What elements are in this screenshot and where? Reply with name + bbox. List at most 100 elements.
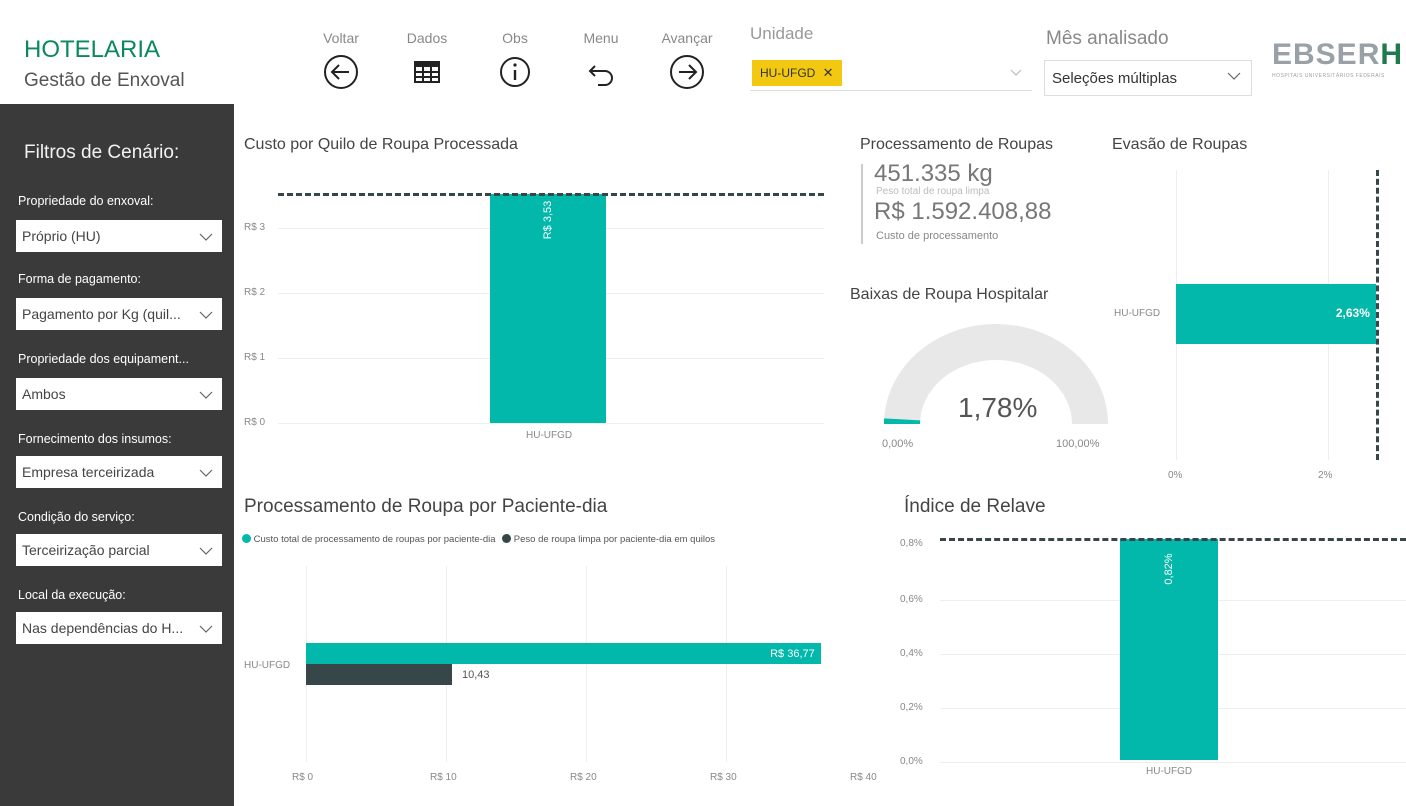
y-tick: R$ 1 <box>244 352 266 363</box>
x-tick: 0% <box>1168 470 1183 481</box>
gauge-value: 1,78% <box>958 392 1038 423</box>
legend-series-1: Custo total de processamento de roupas p… <box>253 534 496 545</box>
x-tick: R$ 10 <box>430 772 457 783</box>
gauge-title: Baixas de Roupa Hospitalar <box>850 286 1049 303</box>
gauge-min: 0,00% <box>882 438 914 450</box>
bar-peso-paciente-dia[interactable] <box>306 664 453 685</box>
dados-label: Dados <box>406 30 448 46</box>
filter-dropdown-local[interactable]: Nas dependências do H... <box>16 612 222 644</box>
x-tick: R$ 30 <box>710 772 737 783</box>
menu-button[interactable]: Menu <box>566 30 636 92</box>
filter-label-condicao: Condição do serviço: <box>18 510 135 524</box>
y-tick: R$ 3 <box>244 222 266 233</box>
ebserh-logo: EBSERH <box>1272 38 1404 71</box>
chevron-down-icon <box>199 547 213 555</box>
filter-dropdown-equipamentos[interactable]: Ambos <box>16 378 222 410</box>
data-label: 10,43 <box>462 669 490 681</box>
gridline <box>586 566 587 762</box>
chevron-down-icon[interactable] <box>1226 68 1242 84</box>
filter-label-insumos: Fornecimento dos insumos: <box>18 432 172 446</box>
chevron-down-icon <box>199 311 213 319</box>
reference-line <box>1375 170 1379 460</box>
y-tick: R$ 2 <box>244 287 266 298</box>
data-label: R$ 3,53 <box>542 200 554 239</box>
x-tick: R$ 40 <box>850 772 877 783</box>
y-tick: 0,4% <box>900 648 923 659</box>
legend-dot-dark <box>502 534 512 543</box>
avancar-label: Avançar <box>661 30 713 46</box>
obs-label: Obs <box>502 30 528 46</box>
undo-arrow-icon <box>588 65 613 86</box>
avancar-button[interactable]: Avançar <box>652 30 722 92</box>
chevron-down-icon <box>199 233 213 241</box>
x-tick: HU-UFGD <box>526 430 573 441</box>
app-subtitle: Gestão de Enxoval <box>24 70 185 91</box>
reference-line <box>940 537 1406 541</box>
filter-dropdown-insumos[interactable]: Empresa terceirizada <box>16 456 222 488</box>
dados-button[interactable]: Dados <box>392 30 462 92</box>
menu-label: Menu <box>583 30 619 46</box>
x-tick: 2% <box>1318 470 1333 481</box>
gridline <box>278 423 824 424</box>
custo-value: R$ 1.592.408,88 <box>874 198 1052 225</box>
peso-value: 451.335 kg <box>874 160 993 187</box>
chevron-down-icon <box>199 391 213 399</box>
x-tick: R$ 20 <box>570 772 597 783</box>
x-tick: R$ 0 <box>292 772 314 783</box>
filter-label-local: Local da execução: <box>18 588 126 602</box>
filter-label-equipamentos: Propriedade dos equipament... <box>18 352 189 366</box>
filter-value: Terceirização parcial <box>22 542 150 558</box>
unidade-chip[interactable]: HU-UFGD ✕ <box>752 60 842 86</box>
processamento-title: Processamento de Roupas <box>860 136 1053 153</box>
filter-dropdown-enxoval[interactable]: Próprio (HU) <box>16 220 222 252</box>
filter-value: Ambos <box>22 386 66 402</box>
filter-dropdown-condicao[interactable]: Terceirização parcial <box>16 534 222 566</box>
filter-value: Próprio (HU) <box>22 228 101 244</box>
x-tick: HU-UFGD <box>1146 766 1193 777</box>
sidebar-title: Filtros de Cenário: <box>24 142 180 163</box>
unidade-chip-text: HU-UFGD <box>760 66 816 80</box>
obs-button[interactable]: Obs <box>480 30 550 92</box>
voltar-label: Voltar <box>323 30 359 46</box>
chevron-down-icon <box>199 625 213 633</box>
mes-label: Mês analisado <box>1046 28 1169 49</box>
arrow-right-circle-icon <box>670 55 704 89</box>
filter-value: Pagamento por Kg (quil... <box>22 306 181 322</box>
y-tick: 0,8% <box>900 538 923 549</box>
gridline <box>726 566 727 762</box>
legend-series-2: Peso de roupa limpa por paciente-dia em … <box>513 534 715 545</box>
unidade-label: Unidade <box>750 24 814 43</box>
y-category: HU-UFGD <box>1114 308 1161 319</box>
peso-label: Peso total de roupa limpa <box>876 186 990 197</box>
filter-dropdown-pagamento[interactable]: Pagamento por Kg (quil... <box>16 298 222 330</box>
close-icon[interactable]: ✕ <box>823 65 834 80</box>
mes-value: Seleções múltiplas <box>1052 70 1178 87</box>
y-tick: 0,6% <box>900 594 923 605</box>
chart-relave-title: Índice de Relave <box>904 496 1046 517</box>
bar-custo-paciente-dia[interactable] <box>306 643 821 664</box>
reference-line <box>278 192 824 196</box>
info-circle-icon <box>500 57 530 87</box>
chevron-down-icon[interactable] <box>1008 64 1024 80</box>
arrow-left-circle-icon <box>324 55 358 89</box>
gauge-max: 100,00% <box>1056 438 1100 450</box>
logo-subtitle: HOSPITAIS UNIVERSITÁRIOS FEDERAIS <box>1272 73 1385 79</box>
chart-evasao-title: Evasão de Roupas <box>1112 136 1248 153</box>
data-label: R$ 36,77 <box>770 648 815 660</box>
filter-value: Nas dependências do H... <box>22 620 184 636</box>
app-title: HOTELARIA <box>24 36 161 63</box>
data-label: 0,82% <box>1163 553 1175 585</box>
custo-label: Custo de processamento <box>876 230 999 242</box>
filter-label-pagamento: Forma de pagamento: <box>18 272 141 286</box>
voltar-button[interactable]: Voltar <box>306 30 376 92</box>
chart-legend: Custo total de processamento de roupas p… <box>242 534 715 545</box>
chart-paciente-title: Processamento de Roupa por Paciente-dia <box>244 496 608 517</box>
data-label: 2,63% <box>1335 306 1370 320</box>
filter-value: Empresa terceirizada <box>22 464 155 480</box>
chart-custo-title: Custo por Quilo de Roupa Processada <box>244 136 518 153</box>
sidebar <box>0 104 234 806</box>
table-icon <box>414 61 440 83</box>
card-divider <box>861 164 863 244</box>
chevron-down-icon <box>199 469 213 477</box>
gridline <box>940 762 1406 763</box>
